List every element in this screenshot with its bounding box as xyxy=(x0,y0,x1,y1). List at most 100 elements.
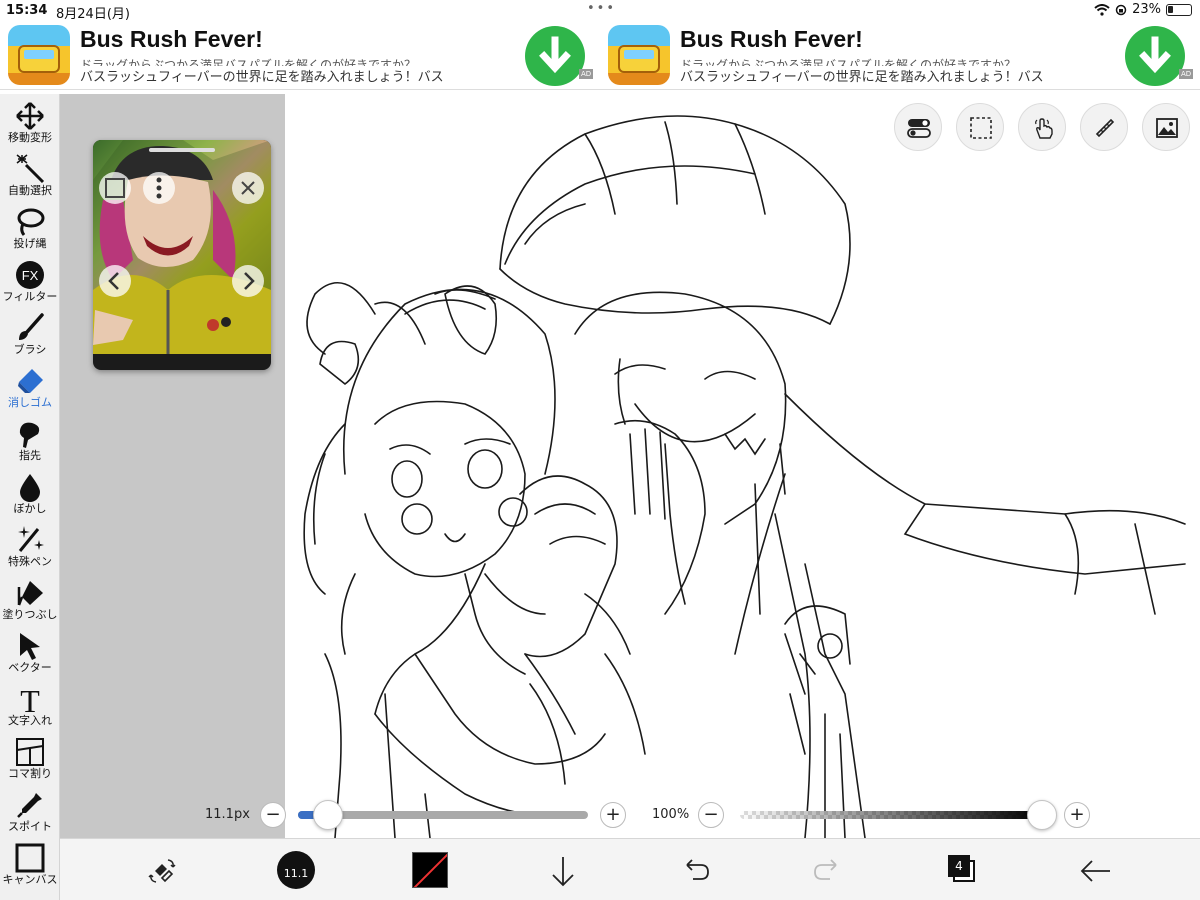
text-tool-glyph: T xyxy=(20,683,40,715)
brush-size-indicator[interactable]: 11.1 xyxy=(277,851,315,889)
tool-eraser[interactable]: 消しゴム xyxy=(0,363,60,416)
download-arrow-icon xyxy=(1139,36,1171,74)
opacity-increase-button[interactable]: + xyxy=(1064,802,1090,828)
tool-text[interactable]: T 文字入れ xyxy=(0,681,60,734)
ad-left[interactable]: Bus Rush Fever! ドラッグからぶつかる満足バスパズルを解くのが好き… xyxy=(0,22,600,90)
back-button[interactable] xyxy=(1076,851,1116,891)
multitask-dots-icon[interactable]: ••• xyxy=(587,1,616,16)
download-layer-button[interactable] xyxy=(543,851,583,891)
ad-line-2: バスラッシュフィーバーの世界に足を踏み入れましょう！バス xyxy=(80,70,444,85)
ref-frame-button[interactable] xyxy=(99,172,131,204)
touch-gesture-button[interactable] xyxy=(1018,103,1066,151)
ref-next-button[interactable] xyxy=(232,265,264,297)
size-decrease-button[interactable]: − xyxy=(260,802,286,828)
tool-label: 投げ縄 xyxy=(13,237,47,250)
smudge-icon xyxy=(19,422,40,448)
bus-app-icon[interactable] xyxy=(608,25,670,85)
redo-button[interactable] xyxy=(808,851,848,891)
tool-label: コマ割り xyxy=(8,767,52,780)
hand-touch-icon xyxy=(1035,118,1053,139)
opacity-slider-track[interactable] xyxy=(740,811,1042,819)
ruler-button[interactable] xyxy=(1080,103,1128,151)
battery-icon xyxy=(1166,3,1192,16)
tool-label: 特殊ペン xyxy=(8,555,52,568)
chevron-right-icon xyxy=(244,272,255,290)
pen-eraser-swap-icon xyxy=(148,859,176,883)
blur-icon xyxy=(20,474,40,502)
tool-label: 移動変形 xyxy=(8,131,52,144)
tool-label: 指先 xyxy=(19,449,41,462)
frame-icon xyxy=(105,178,125,198)
tool-label: フィルター xyxy=(2,290,58,303)
canvas-icon xyxy=(15,843,45,873)
undo-button[interactable] xyxy=(675,851,715,891)
drag-handle[interactable] xyxy=(149,148,215,152)
color-picker-button[interactable] xyxy=(412,852,448,888)
vector-icon xyxy=(20,633,40,660)
workspace[interactable] xyxy=(60,94,1200,838)
dashed-selection-icon xyxy=(970,117,992,139)
ad-line-1: ドラッグからぶつかる満足バスパズルを解くのが好きですか？ xyxy=(80,58,417,66)
ad-title[interactable]: Bus Rush Fever! xyxy=(80,26,263,53)
ad-badge: AD xyxy=(1179,69,1194,79)
fx-text: FX xyxy=(22,268,39,283)
magic-wand-icon xyxy=(16,154,45,184)
move-icon xyxy=(16,102,44,130)
image-button[interactable] xyxy=(1142,103,1190,151)
tool-bucket[interactable]: 塗りつぶし xyxy=(0,575,60,628)
ad-banner[interactable]: Bus Rush Fever! ドラッグからぶつかる満足バスパズルを解くのが好き… xyxy=(0,22,1200,90)
ref-prev-button[interactable] xyxy=(99,265,131,297)
status-right: 23% xyxy=(1094,2,1192,17)
arrow-left-icon xyxy=(1080,860,1110,882)
tool-label: 消しゴム xyxy=(8,396,52,409)
arrow-down-icon xyxy=(552,857,574,887)
tool-brush[interactable]: ブラシ xyxy=(0,310,60,363)
status-date: 8月24日(月) xyxy=(56,7,130,22)
reference-window[interactable] xyxy=(93,140,271,370)
opacity-slider-knob[interactable] xyxy=(1027,800,1057,830)
size-increase-button[interactable]: + xyxy=(600,802,626,828)
ad-title[interactable]: Bus Rush Fever! xyxy=(680,26,863,53)
tool-label: スポイト xyxy=(8,820,52,833)
tool-special-pen[interactable]: 特殊ペン xyxy=(0,522,60,575)
tool-blur[interactable]: ぼかし xyxy=(0,469,60,522)
tool-eyedropper[interactable]: スポイト xyxy=(0,787,60,840)
tool-vector[interactable]: ベクター xyxy=(0,628,60,681)
image-icon xyxy=(1156,118,1178,138)
layer-count: 4 xyxy=(955,859,963,873)
layers-button[interactable]: 4 xyxy=(948,855,976,883)
selection-button[interactable] xyxy=(956,103,1004,151)
tool-lasso[interactable]: 投げ縄 xyxy=(0,204,60,257)
tool-frame-divide[interactable]: コマ割り xyxy=(0,734,60,787)
size-slider-knob[interactable] xyxy=(313,800,344,830)
ref-menu-button[interactable] xyxy=(143,172,175,204)
toggle-settings-button[interactable] xyxy=(894,103,942,151)
ref-close-button[interactable] xyxy=(232,172,264,204)
tool-filter[interactable]: FX フィルター xyxy=(0,257,60,310)
tool-canvas[interactable]: キャンバス xyxy=(0,840,60,893)
tool-label: ぼかし xyxy=(13,502,47,515)
special-pen-icon xyxy=(18,526,44,552)
tool-magic-wand[interactable]: 自動選択 xyxy=(0,151,60,204)
bus-app-icon[interactable] xyxy=(8,25,70,85)
tool-smudge[interactable]: 指先 xyxy=(0,416,60,469)
bottom-bar: 11.1 4 xyxy=(60,838,1200,900)
ad-right[interactable]: Bus Rush Fever! ドラッグからぶつかる満足バスパズルを解くのが好き… xyxy=(600,22,1200,90)
bucket-icon xyxy=(17,581,43,606)
brush-size-text: 11.1 xyxy=(283,867,309,880)
orientation-lock-icon xyxy=(1115,4,1127,15)
swap-tool-button[interactable] xyxy=(142,851,182,891)
tool-label: ブラシ xyxy=(13,343,47,356)
download-button[interactable] xyxy=(525,26,585,86)
lasso-icon xyxy=(17,208,45,236)
more-vertical-icon xyxy=(156,177,162,199)
sketch-artwork xyxy=(303,115,1186,838)
drawing-canvas[interactable] xyxy=(285,94,1200,838)
tool-move-transform[interactable]: 移動変形 xyxy=(0,98,60,151)
download-button[interactable] xyxy=(1125,26,1185,86)
status-time: 15:34 xyxy=(6,3,48,18)
battery-percent: 23% xyxy=(1132,2,1161,17)
tool-palette: 移動変形 自動選択 投げ縄 FX フィルター ブラシ 消しゴム 指先 ぼかし 特… xyxy=(0,94,60,900)
wifi-icon xyxy=(1094,3,1110,16)
opacity-decrease-button[interactable]: − xyxy=(698,802,724,828)
